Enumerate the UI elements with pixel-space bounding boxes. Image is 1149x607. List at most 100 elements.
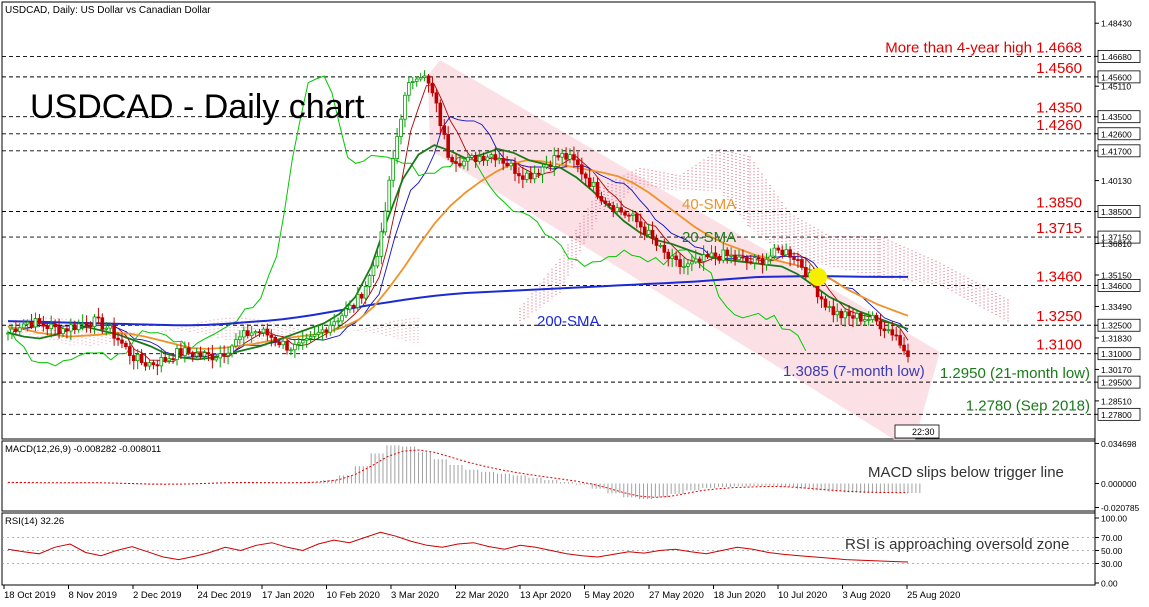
price-axis: 1.484301.466801.456001.451101.435001.426… <box>1095 19 1141 421</box>
candle-body <box>222 353 226 356</box>
candle-body <box>489 154 494 158</box>
candle-body <box>870 315 875 320</box>
candle-body <box>721 249 726 261</box>
candle-body <box>411 81 415 83</box>
level-label: 1.3250 <box>1036 308 1082 325</box>
candle-body <box>175 348 179 361</box>
candle-body <box>678 259 682 268</box>
candle-body <box>407 82 411 96</box>
rsi-title: RSI(14) 32.26 <box>5 516 64 527</box>
candle-body <box>41 322 46 327</box>
symbol-label: USDCAD, Daily: US Dollar vs Canadian Dol… <box>5 5 211 16</box>
candle-body <box>748 261 753 264</box>
candle-body <box>336 320 340 323</box>
level-label: 1.4560 <box>1036 60 1082 77</box>
candle-body <box>631 213 635 216</box>
candle-body <box>458 163 462 167</box>
candle-body <box>442 125 447 135</box>
candle-body <box>544 164 549 168</box>
candle-body <box>839 310 843 319</box>
candle-body <box>324 329 329 333</box>
candle-body <box>823 298 828 308</box>
candle-body <box>108 325 112 329</box>
price-tick-label: 1.40130 <box>1101 176 1132 186</box>
rsi-tick-label: 50.00 <box>1101 546 1123 556</box>
candle-body <box>772 247 777 257</box>
level-label: More than 4-year high 1.4668 <box>885 39 1082 56</box>
candle-body <box>242 330 246 338</box>
candle-body <box>792 256 796 260</box>
candle-body <box>564 153 568 160</box>
candle-body <box>371 265 376 277</box>
candle-body <box>69 324 73 332</box>
candle-body <box>650 229 655 239</box>
candle-body <box>827 306 832 309</box>
sma20-label: 20-SMA <box>682 229 736 246</box>
candle-body <box>414 78 419 82</box>
candle-body <box>473 155 478 163</box>
candle-body <box>61 328 65 335</box>
candle-body <box>151 362 156 366</box>
candle-body <box>693 258 698 263</box>
level-label: 1.3715 <box>1036 220 1082 237</box>
candle-body <box>851 315 855 319</box>
candle-body <box>383 210 388 233</box>
candle-body <box>348 304 352 310</box>
price-tick-label: 1.38500 <box>1101 207 1132 217</box>
candle-body <box>399 118 403 137</box>
candle-body <box>595 181 600 197</box>
date-tick-label: 2 Dec 2019 <box>133 590 182 601</box>
candle-body <box>45 325 50 330</box>
candle-body <box>65 328 69 332</box>
level-label: 1.4350 <box>1036 100 1082 117</box>
price-tick-label: 1.28510 <box>1101 396 1132 406</box>
candle-body <box>304 338 309 341</box>
candle-body <box>312 334 317 337</box>
candle-body <box>340 315 344 322</box>
candle-body <box>603 200 608 204</box>
macd-tick-label: 0.034698 <box>1101 439 1137 449</box>
candle-body <box>800 259 804 268</box>
candle-body <box>627 214 631 217</box>
candle-body <box>902 344 906 352</box>
candle-body <box>135 353 140 362</box>
candle-body <box>120 339 124 344</box>
candle-body <box>214 357 219 361</box>
candle-body <box>387 179 392 212</box>
candle-body <box>599 196 604 202</box>
candle-body <box>245 330 250 337</box>
candle-body <box>560 153 564 158</box>
candle-body <box>501 158 505 164</box>
candle-body <box>469 155 474 158</box>
candle-body <box>666 251 671 259</box>
candle-body <box>615 207 619 212</box>
level-label: 1.3850 <box>1036 194 1082 211</box>
candle-body <box>890 329 895 336</box>
candle-body <box>866 319 871 321</box>
price-tick-label: 1.29500 <box>1101 378 1132 388</box>
level-label: 1.2950 (21-month low) <box>940 365 1090 382</box>
level-label: 1.3460 <box>1036 268 1082 285</box>
candle-body <box>623 211 627 216</box>
candle-body <box>320 329 325 333</box>
macd-tick-label: 0.000000 <box>1101 479 1137 489</box>
candle-body <box>230 345 234 354</box>
candle-body <box>587 177 592 187</box>
candle-body <box>285 340 289 351</box>
date-tick-label: 8 Nov 2019 <box>69 590 118 601</box>
candle-body <box>521 175 525 180</box>
candle-body <box>717 256 722 261</box>
sma40-label: 40-SMA <box>682 196 736 213</box>
candle-body <box>517 173 521 177</box>
candle-body <box>701 254 706 262</box>
candle-body <box>14 328 18 332</box>
candle-body <box>186 347 191 354</box>
candle-body <box>859 312 863 322</box>
candle-body <box>96 316 101 319</box>
price-tick-label: 1.48430 <box>1101 19 1132 29</box>
chart-window: More than 4-year high 1.4668 1.4560 1.4350… <box>1 1 1141 601</box>
candle-body <box>179 348 183 356</box>
candle-body <box>328 324 333 333</box>
candle-body <box>536 172 541 175</box>
date-tick-label: 25 Aug 2020 <box>907 590 960 601</box>
